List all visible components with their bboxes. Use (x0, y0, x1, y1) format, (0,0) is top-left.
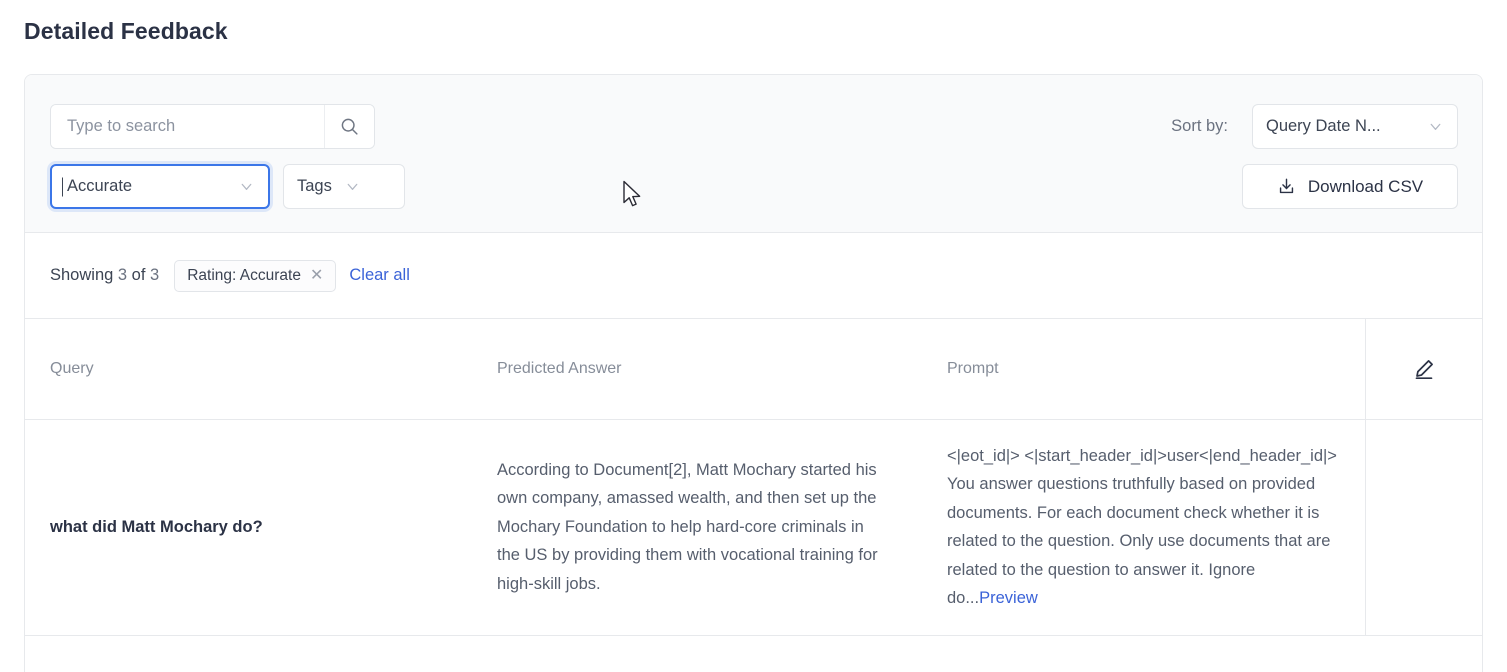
sort-by-value: Query Date N... (1266, 117, 1381, 136)
column-header-prompt[interactable]: Prompt (923, 319, 1365, 419)
feedback-table: Query Predicted Answer Prompt (25, 319, 1482, 636)
chevron-down-icon (344, 178, 361, 195)
app-root: Detailed Feedback Accurate (0, 0, 1507, 672)
download-csv-label: Download CSV (1308, 177, 1423, 197)
cell-query: what did Matt Mochary do? (25, 419, 474, 635)
active-filter-chip-label: Rating: Accurate (187, 267, 301, 285)
column-header-answer[interactable]: Predicted Answer (474, 319, 923, 419)
showing-of: of (132, 266, 146, 284)
showing-count: 3 (118, 266, 127, 284)
download-csv-button[interactable]: Download CSV (1242, 164, 1458, 209)
feedback-card: Accurate Tags Sort by: Query Date N... (24, 74, 1483, 672)
rating-filter-value: Accurate (65, 177, 132, 196)
cell-prompt: <|eot_id|> <|start_header_id|>user<|end_… (923, 419, 1365, 635)
tags-filter-select[interactable]: Tags (283, 164, 405, 209)
cell-answer: According to Document[2], Matt Mochary s… (474, 419, 923, 635)
download-icon (1277, 177, 1296, 196)
showing-prefix: Showing (50, 266, 113, 284)
cell-prompt-text: <|eot_id|> <|start_header_id|>user<|end_… (947, 447, 1337, 608)
page-title: Detailed Feedback (24, 18, 228, 45)
clear-all-link[interactable]: Clear all (349, 266, 410, 285)
results-count: Showing 3 of 3 (50, 266, 159, 285)
close-icon[interactable]: ✕ (310, 268, 323, 284)
column-header-edit (1365, 319, 1482, 419)
sort-by-select[interactable]: Query Date N... (1252, 104, 1458, 149)
search-input[interactable] (51, 105, 324, 148)
rating-filter-select[interactable]: Accurate (50, 164, 270, 209)
edit-pencil-icon[interactable] (1366, 357, 1483, 381)
filter-toolbar: Accurate Tags Sort by: Query Date N... (25, 75, 1482, 233)
column-header-query[interactable]: Query (25, 319, 474, 419)
sort-by-label: Sort by: (1171, 117, 1228, 136)
chevron-down-icon (1427, 118, 1444, 135)
cell-edit (1365, 419, 1482, 635)
active-filter-chip[interactable]: Rating: Accurate ✕ (174, 260, 336, 292)
tags-filter-value: Tags (297, 177, 332, 196)
search-box (50, 104, 375, 149)
chevron-down-icon (238, 178, 255, 195)
showing-total: 3 (150, 266, 159, 284)
filter-summary-bar: Showing 3 of 3 Rating: Accurate ✕ Clear … (25, 233, 1482, 319)
prompt-preview-link[interactable]: Preview (979, 589, 1038, 607)
search-icon (339, 116, 360, 137)
table-row[interactable]: what did Matt Mochary do? According to D… (25, 419, 1482, 635)
search-button[interactable] (324, 105, 374, 148)
table-header-row: Query Predicted Answer Prompt (25, 319, 1482, 419)
